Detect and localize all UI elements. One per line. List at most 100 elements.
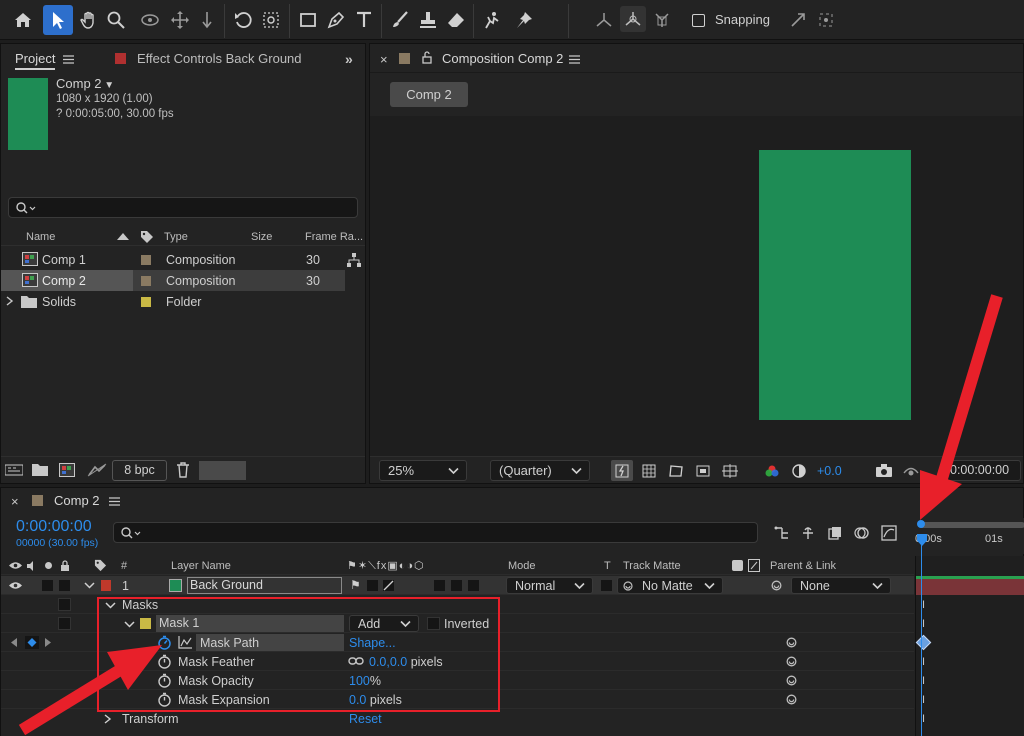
- label-tag-icon[interactable]: [140, 230, 154, 244]
- graph-editor-icon[interactable]: [879, 522, 899, 544]
- hand-tool-icon[interactable]: [76, 6, 102, 34]
- quality-switch-icon[interactable]: [382, 579, 395, 592]
- pick-whip-icon[interactable]: [785, 636, 798, 649]
- exposure-value[interactable]: +0.0: [817, 464, 842, 478]
- motion-blur-icon[interactable]: [852, 522, 872, 544]
- puppet-pin-tool-icon[interactable]: [510, 6, 538, 34]
- current-time-field[interactable]: 0:00:00:00: [941, 460, 1021, 481]
- new-folder-icon[interactable]: [32, 463, 48, 476]
- mask-visibility-icon[interactable]: [665, 460, 687, 481]
- column-size[interactable]: Size: [251, 231, 272, 243]
- pick-whip-icon[interactable]: [622, 580, 634, 592]
- lock-icon[interactable]: [60, 560, 70, 572]
- audio-icon[interactable]: [27, 561, 38, 571]
- tab-composition[interactable]: Composition Comp 2: [442, 51, 563, 66]
- column-layer-name[interactable]: Layer Name: [171, 560, 231, 572]
- panel-menu-icon[interactable]: [63, 55, 74, 64]
- show-snapshot-icon[interactable]: [900, 460, 922, 481]
- close-tab-icon[interactable]: ×: [11, 494, 19, 509]
- time-ruler[interactable]: 0:00s 01s: [915, 518, 1024, 554]
- collapse-switch[interactable]: [366, 579, 379, 592]
- column-name[interactable]: Name: [26, 231, 55, 243]
- tab-project[interactable]: Project: [15, 51, 56, 70]
- keyframe-toggle[interactable]: [25, 636, 39, 649]
- timeline-current-time[interactable]: 0:00:00:00: [16, 518, 92, 536]
- sort-ascending-icon[interactable]: [117, 233, 129, 240]
- transform-reset-link[interactable]: Reset: [349, 712, 382, 726]
- type-tool-icon[interactable]: [350, 6, 378, 34]
- fast-previews-icon[interactable]: [611, 460, 633, 481]
- layer-name-field[interactable]: Back Ground: [187, 577, 342, 594]
- reset-exposure-icon[interactable]: [788, 460, 810, 481]
- lock-switch[interactable]: [58, 598, 71, 611]
- snapping-checkbox[interactable]: [690, 12, 706, 28]
- work-area-start-handle[interactable]: [917, 520, 925, 528]
- panel-overflow-icon[interactable]: »: [345, 51, 353, 67]
- preserve-transparency-switch[interactable]: [600, 579, 613, 592]
- project-settings-icon[interactable]: [87, 463, 107, 477]
- region-of-interest-icon[interactable]: [692, 460, 714, 481]
- playhead-line[interactable]: [921, 541, 922, 736]
- expand-chevron-icon[interactable]: [104, 714, 112, 724]
- snap-features-icon[interactable]: [814, 6, 838, 34]
- expand-chevron-icon[interactable]: [6, 296, 14, 306]
- pick-whip-icon[interactable]: [785, 693, 798, 706]
- pick-whip-icon[interactable]: [785, 655, 798, 668]
- tab-effect-controls[interactable]: Effect Controls Back Ground: [137, 51, 302, 66]
- comp-flowchart-icon[interactable]: [772, 522, 792, 544]
- selection-tool-icon[interactable]: [43, 5, 73, 35]
- flowchart-icon[interactable]: [347, 253, 361, 267]
- new-composition-icon[interactable]: [58, 463, 76, 477]
- prev-keyframe-icon[interactable]: [11, 638, 17, 647]
- timeline-track-area[interactable]: IIIIII: [915, 556, 1024, 736]
- roto-brush-tool-icon[interactable]: [478, 6, 506, 34]
- parent-pick-whip-icon[interactable]: [770, 579, 783, 592]
- snapshot-camera-icon[interactable]: [873, 460, 895, 481]
- panel-menu-icon[interactable]: [569, 55, 580, 64]
- comp-viewer[interactable]: [370, 116, 1023, 456]
- timeline-search-input[interactable]: [113, 522, 758, 543]
- comp-title[interactable]: Comp 2 ▼: [56, 76, 114, 91]
- local-axis-icon[interactable]: [592, 6, 616, 34]
- layer-visibility-eye-icon[interactable]: [9, 581, 22, 590]
- track-matte-dropdown[interactable]: No Matte: [617, 577, 723, 594]
- interpret-footage-icon[interactable]: [5, 464, 23, 476]
- project-item-comp-1[interactable]: Comp 1 Composition 30: [1, 249, 365, 270]
- channels-icon[interactable]: [761, 460, 783, 481]
- green-solid-layer[interactable]: [759, 150, 911, 420]
- column-parent-link[interactable]: Parent & Link: [770, 560, 836, 572]
- collapse-chevron-icon[interactable]: [84, 582, 95, 589]
- motion-blur-switch[interactable]: [433, 579, 446, 592]
- snap-edges-icon[interactable]: [786, 6, 810, 34]
- lock-switch[interactable]: [58, 617, 71, 630]
- rotate-tool-icon[interactable]: [229, 6, 257, 34]
- grid-guides-icon[interactable]: [719, 460, 741, 481]
- solo-switch[interactable]: [41, 579, 54, 592]
- preview-color-swatch[interactable]: [199, 461, 246, 480]
- rectangle-tool-icon[interactable]: [294, 6, 322, 34]
- comp-breadcrumb-button[interactable]: Comp 2: [390, 82, 468, 107]
- column-frame-rate[interactable]: Frame Ra...: [305, 231, 363, 243]
- lock-icon[interactable]: [422, 51, 432, 64]
- layer-label-color[interactable]: [101, 580, 111, 591]
- world-axis-icon[interactable]: [620, 6, 646, 32]
- project-search-input[interactable]: [8, 197, 358, 218]
- solo-icon[interactable]: [45, 562, 52, 569]
- zoom-dropdown[interactable]: 25%: [379, 460, 467, 481]
- shy-switch-icon[interactable]: ⚑: [350, 578, 361, 592]
- pen-tool-icon[interactable]: [322, 6, 350, 34]
- 3d-layer-switch[interactable]: [467, 579, 480, 592]
- clone-stamp-tool-icon[interactable]: [414, 6, 442, 34]
- zoom-tool-icon[interactable]: [103, 6, 129, 34]
- panel-menu-icon[interactable]: [109, 497, 120, 506]
- column-mode[interactable]: Mode: [508, 560, 536, 572]
- brush-tool-icon[interactable]: [386, 6, 414, 34]
- adjustment-switch[interactable]: [450, 579, 463, 592]
- transparency-grid-icon[interactable]: [638, 460, 660, 481]
- bpc-button[interactable]: 8 bpc: [112, 460, 167, 481]
- shy-layers-icon[interactable]: [798, 522, 818, 544]
- pan-camera-icon[interactable]: [166, 6, 194, 34]
- pick-whip-icon[interactable]: [785, 674, 798, 687]
- anchor-point-tool-icon[interactable]: [257, 6, 285, 34]
- frame-blending-icon[interactable]: [825, 522, 845, 544]
